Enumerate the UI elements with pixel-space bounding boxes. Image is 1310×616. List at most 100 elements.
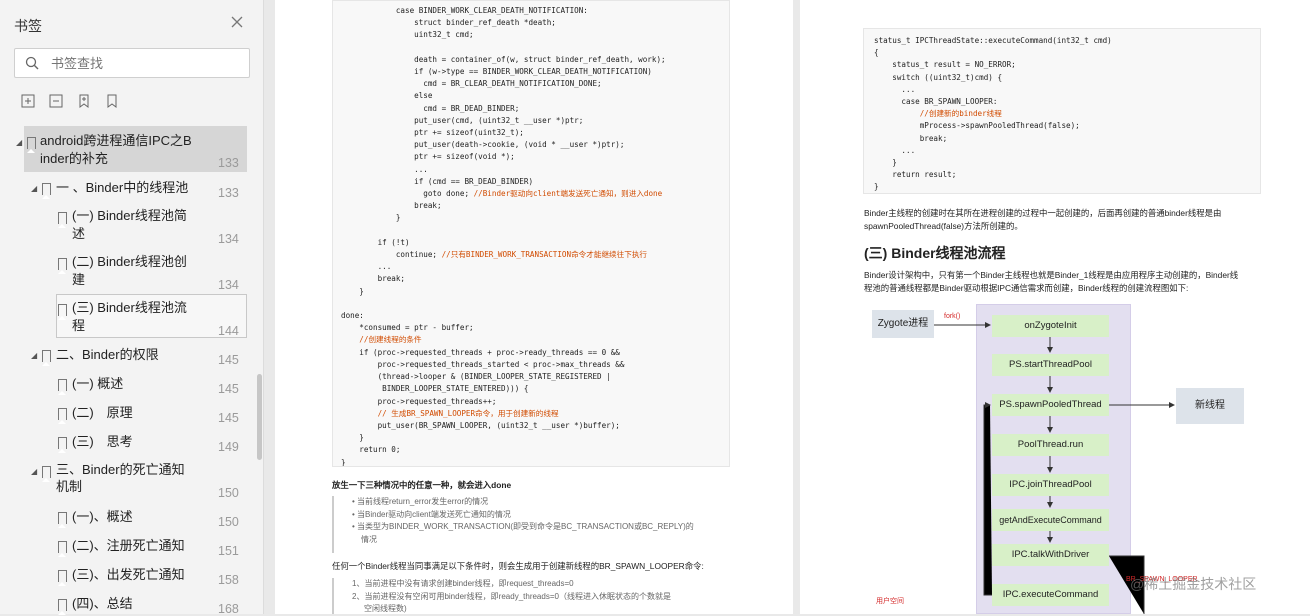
- code-line: {: [874, 48, 879, 58]
- toc-label: android跨进程通信IPC之B: [40, 133, 192, 148]
- code-line: cmd = BR_CLEAR_DEATH_NOTIFICATION_DONE;: [341, 79, 602, 89]
- code-line: case BINDER_WORK_CLEAR_DEATH_NOTIFICATIO…: [341, 6, 588, 15]
- caret-down-icon[interactable]: ◢: [31, 184, 37, 193]
- toc-item[interactable]: (三)、出发死亡通知 158: [0, 565, 262, 587]
- caret-down-icon[interactable]: ◢: [31, 467, 37, 476]
- code-line: return result;: [874, 170, 957, 180]
- code-line: BINDER_LOOPER_STATE_ENTERED))) {: [341, 384, 529, 394]
- toc-item[interactable]: ◢ android跨进程通信IPC之B inder的补充 133: [0, 132, 262, 172]
- bookmark-icon: [58, 379, 67, 395]
- toc-page-number: 144: [218, 324, 239, 338]
- toc-label: (一)、概述: [72, 509, 133, 524]
- quote-item: • 当类型为BINDER_WORK_TRANSACTION(即受到命令是BC_T…: [352, 522, 694, 531]
- toc-item[interactable]: (三) 思考 149: [0, 432, 262, 454]
- toc-item[interactable]: ◢ 一 、Binder中的线程池 133: [0, 178, 262, 200]
- flow-step: IPC.executeCommand: [992, 584, 1109, 606]
- toc-page-number: 145: [218, 411, 239, 425]
- toc-label: (三)、出发死亡通知: [72, 567, 185, 582]
- toc-item[interactable]: (一)、概述 150: [0, 507, 262, 529]
- toc-page-number: 150: [218, 515, 239, 529]
- bookmark-icon: [42, 350, 51, 366]
- bookmark-icon: [58, 512, 67, 528]
- document-page-right: status_t IPCThreadState::executeCommand(…: [800, 0, 1310, 614]
- code-line: }: [341, 213, 401, 223]
- condition-item: 1、当前进程中没有请求创建binder线程，即request_threads=0: [352, 579, 574, 588]
- bookmark-icon: [58, 541, 67, 557]
- code-line: // 生成BR_SPAWN_LOOPER命令，用于创建新的线程: [377, 408, 559, 418]
- toc-label: (二) Binder线程池创: [72, 254, 187, 269]
- paragraph: 任何一个Binder线程当同事满足以下条件时，则会生成用于创建新线程的BR_SP…: [332, 561, 704, 571]
- collapse-all-icon[interactable]: [48, 93, 64, 109]
- toc-item[interactable]: ◢ 三、Binder的死亡通知 机制 150: [0, 461, 262, 501]
- code-line: ...: [341, 164, 428, 174]
- code-line: case BR_SPAWN_LOOPER:: [874, 97, 998, 107]
- toc-item[interactable]: (四)、总结 168: [0, 594, 262, 616]
- quote-list: • 当前线程return_error发生error的情况 • 当Binder驱动…: [332, 496, 752, 553]
- code-block: case BINDER_WORK_CLEAR_DEATH_NOTIFICATIO…: [332, 0, 730, 467]
- quote-item: • 当Binder驱动向client端发送死亡通知的情况: [352, 509, 511, 519]
- toc-page-number: 133: [218, 186, 239, 200]
- quote-item: 情况: [361, 534, 377, 544]
- toc-item[interactable]: (二) 原理 145: [0, 403, 262, 425]
- toc-label: (二) 原理: [72, 405, 133, 420]
- flow-step: PoolThread.run: [992, 434, 1109, 456]
- code-line: //创建新的binder线程: [919, 109, 1002, 119]
- toc-page-number: 145: [218, 353, 239, 367]
- code-line: goto done; //Binder驱动向client端发送死亡通知，则进入d…: [341, 189, 663, 199]
- toc-item[interactable]: (二) Binder线程池创 建 134: [0, 253, 262, 293]
- add-bookmark-icon[interactable]: [76, 93, 92, 109]
- search-input[interactable]: [51, 53, 241, 73]
- close-icon[interactable]: [230, 15, 244, 29]
- code-line: ...: [874, 145, 916, 155]
- bookmark-icon: [27, 137, 36, 153]
- toc-label: (二)、注册死亡通知: [72, 538, 185, 553]
- toc-page-number: 151: [218, 544, 239, 558]
- bookmark-icon[interactable]: [104, 93, 120, 109]
- code-line: }: [341, 286, 364, 296]
- search-icon: [25, 56, 39, 70]
- bookmark-icon: [58, 599, 67, 615]
- toc-label: 述: [72, 226, 86, 241]
- toc-label: (三) 思考: [72, 434, 133, 449]
- code-line: proc->requested_threads++;: [341, 396, 497, 406]
- caret-down-icon[interactable]: ◢: [16, 138, 22, 147]
- sidebar-scrollbar[interactable]: [257, 374, 262, 460]
- flow-node-zygote: Zygote进程: [872, 310, 934, 338]
- expand-all-icon[interactable]: [20, 93, 36, 109]
- flow-step: PS.startThreadPool: [992, 354, 1109, 376]
- paragraph-line: 程池的普通线程都是Binder驱动根据IPC通信需求而创建，Binder线程的创…: [864, 283, 1189, 293]
- code-line: status_t result = NO_ERROR;: [874, 60, 1016, 70]
- paragraph: Binder主线程的创建时在其所在进程创建的过程中一起创建的，后面再创建的普通b…: [864, 207, 1284, 233]
- code-line: put_user(BR_SPAWN_LOOPER, (uint32_t __us…: [341, 420, 620, 430]
- code-line: ...: [874, 84, 916, 94]
- toc-label: 一 、Binder中的线程池: [56, 180, 189, 195]
- toc-item[interactable]: (三) Binder线程池流 程 144: [0, 299, 262, 339]
- toc-item[interactable]: ◢ 二、Binder的权限 145: [0, 345, 262, 367]
- code-line: }: [874, 158, 897, 168]
- code-line: done:: [341, 311, 364, 321]
- toc-item[interactable]: (二)、注册死亡通知 151: [0, 536, 262, 558]
- toc-item[interactable]: (一) Binder线程池简 述 134: [0, 207, 262, 247]
- bookmark-search[interactable]: [14, 48, 250, 78]
- toc-item[interactable]: (一) 概述 145: [0, 374, 262, 396]
- condition-list: 1、当前进程中没有请求创建binder线程，即request_threads=0…: [332, 578, 772, 614]
- flow-step: IPC.talkWithDriver: [992, 544, 1109, 566]
- code-line: status_t IPCThreadState::executeCommand(…: [874, 36, 1112, 45]
- code-line: continue; //只有BINDER_WORK_TRANSACTION命令才…: [341, 250, 648, 260]
- caret-down-icon[interactable]: ◢: [31, 351, 37, 360]
- bookmark-icon: [58, 212, 67, 228]
- toc-page-number: 133: [218, 156, 239, 170]
- bookmark-sidebar: 书签 ◢ android跨进程通信IPC之B inder的补充 133 ◢ 一 …: [0, 0, 264, 616]
- code-line: cmd = BR_DEAD_BINDER;: [341, 103, 520, 113]
- code-line: (thread->looper & (BINDER_LOOPER_STATE_R…: [341, 372, 611, 382]
- toc-label: (一) 概述: [72, 376, 124, 391]
- watermark: @稀土掘金技术社区: [1130, 576, 1257, 592]
- code-line: else: [341, 91, 433, 101]
- flow-step: IPC.joinThreadPool: [992, 474, 1109, 496]
- code-line: return 0;: [341, 445, 401, 455]
- code-line: }: [874, 182, 879, 192]
- toc-label: 二、Binder的权限: [56, 347, 159, 362]
- toc-label: inder的补充: [40, 151, 108, 166]
- flow-step: PS.spawnPooledThread: [992, 394, 1109, 416]
